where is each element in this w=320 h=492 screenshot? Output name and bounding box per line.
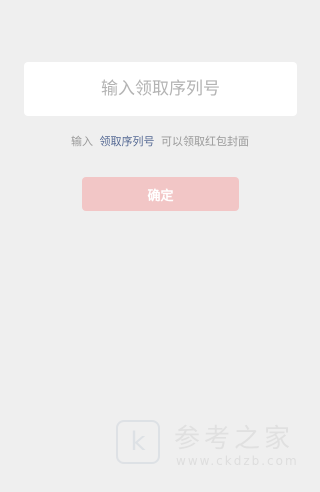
watermark: k 参考之家 www.ckdzb.com [116, 414, 316, 474]
watermark-logo-icon: k [116, 420, 160, 464]
hint-text: 输入 领取序列号 可以领取红包封面 [0, 133, 320, 149]
serial-number-input[interactable] [24, 62, 297, 116]
watermark-logo-letter: k [130, 427, 146, 457]
watermark-url: www.ckdzb.com [176, 454, 299, 468]
hint-prefix: 输入 [71, 135, 93, 148]
hint-suffix: 可以领取红包封面 [161, 135, 249, 148]
watermark-title: 参考之家 [174, 424, 295, 454]
confirm-button[interactable]: 确定 [82, 177, 239, 211]
serial-number-link[interactable]: 领取序列号 [100, 135, 155, 148]
